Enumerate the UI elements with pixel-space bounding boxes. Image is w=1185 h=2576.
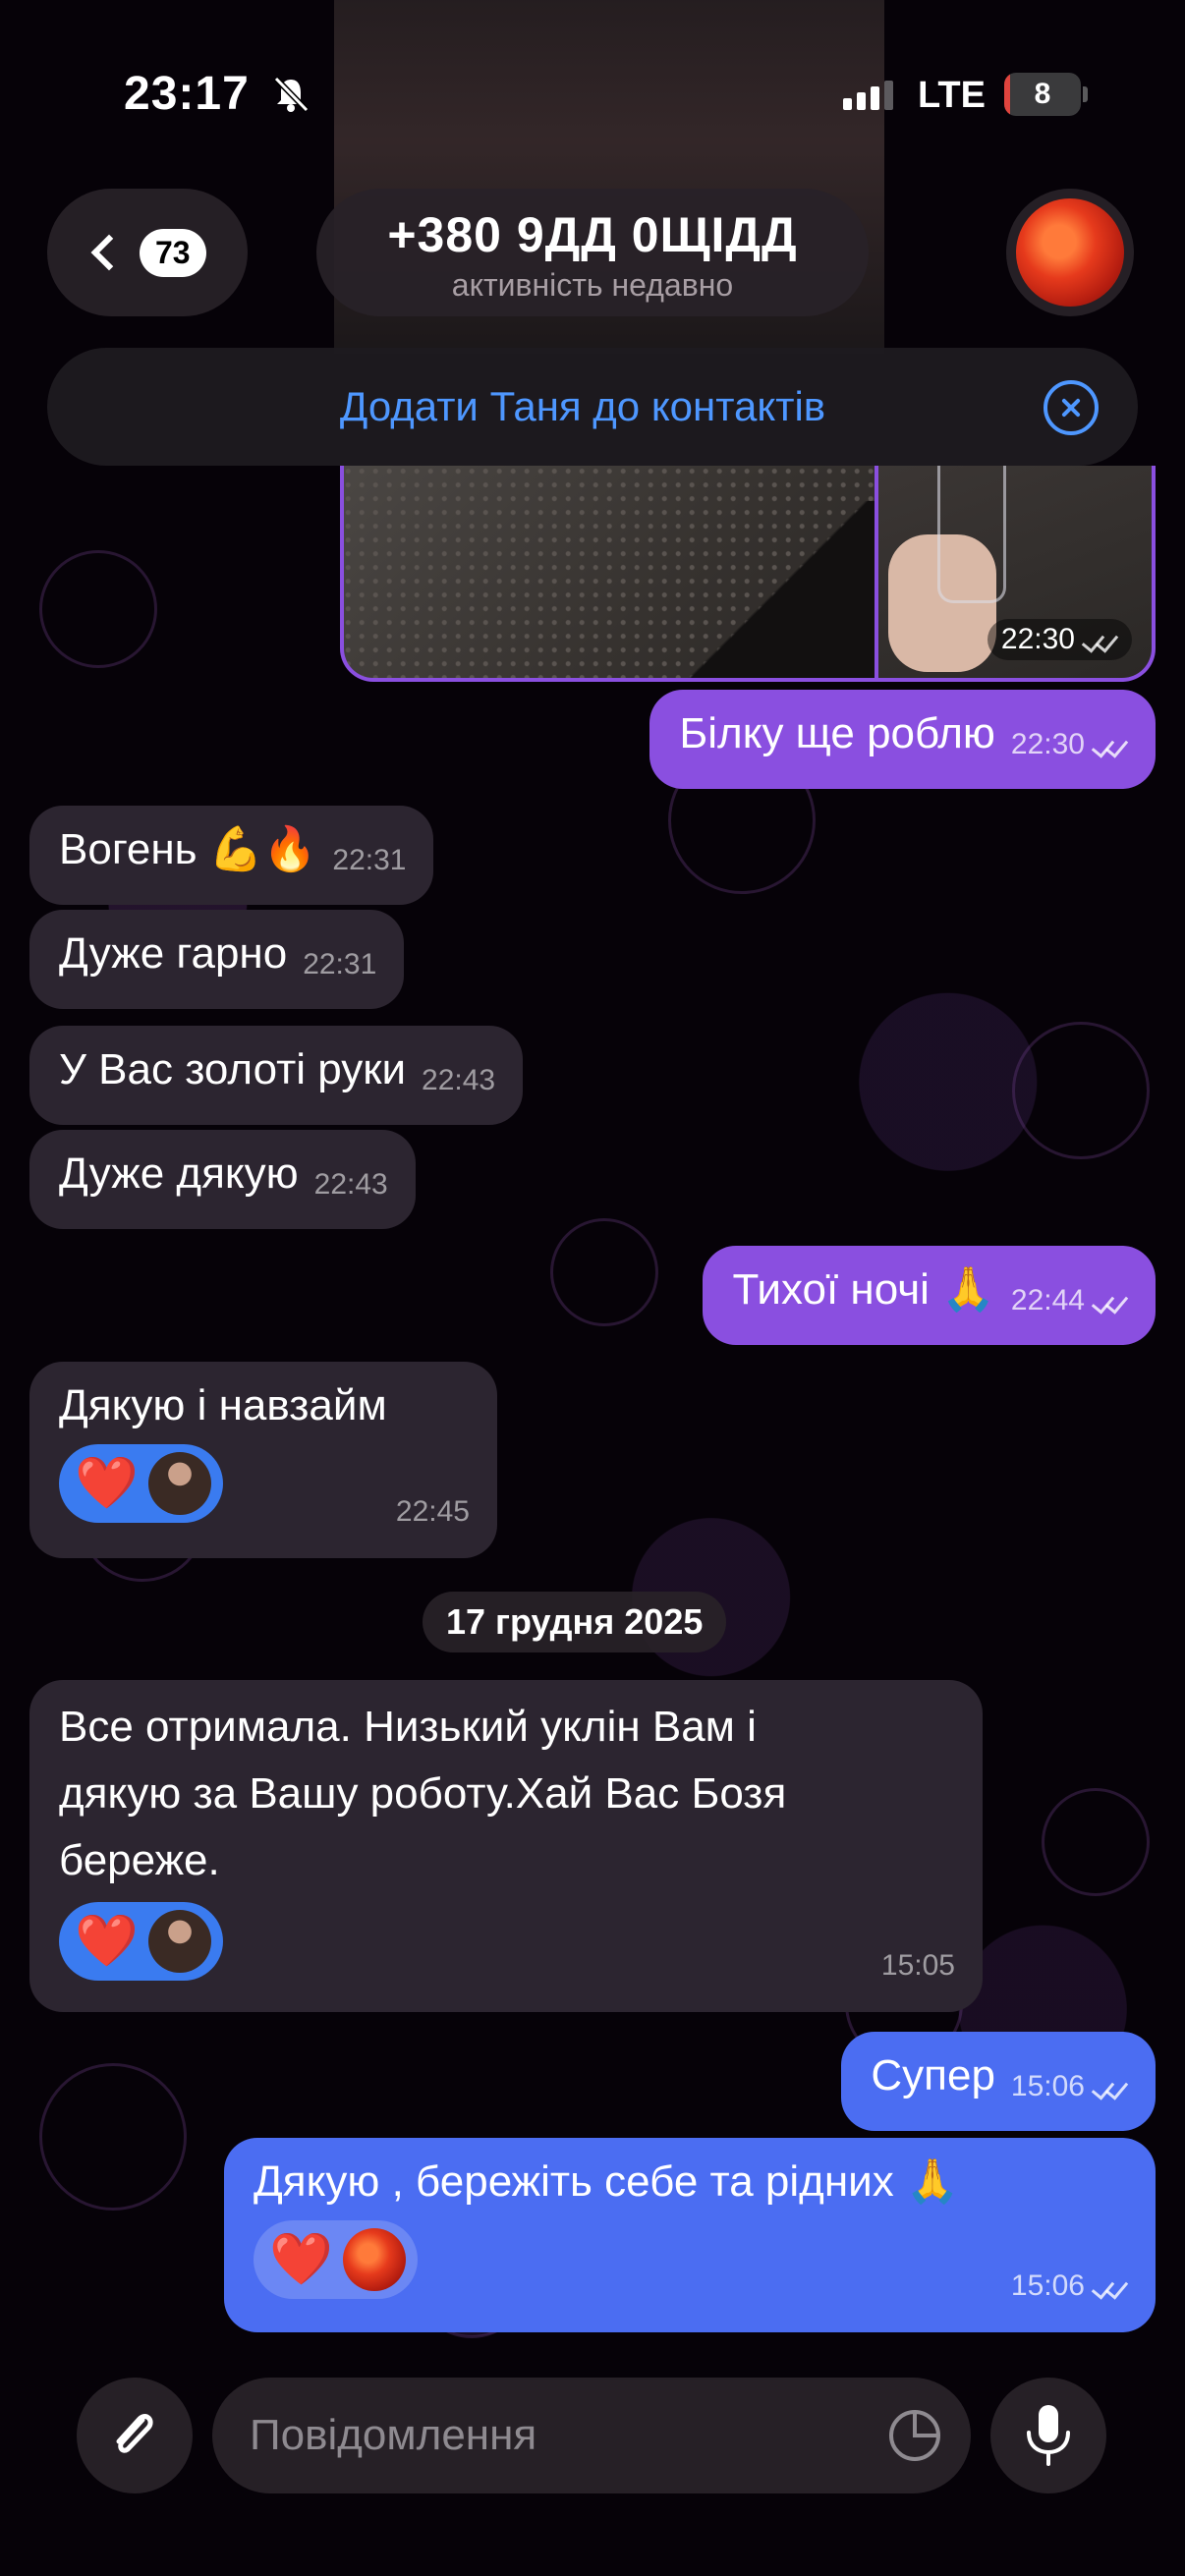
message-text: Дуже гарно (59, 929, 288, 978)
message-bubble-outgoing[interactable]: Дякую , бережіть себе та рідних 🙏 ❤️ 15:… (224, 2138, 1156, 2332)
message-time: 22:30 (987, 619, 1132, 660)
photo-attachment[interactable] (344, 466, 875, 678)
message-text: Супер (871, 2051, 995, 2100)
photo-glass (937, 466, 1006, 603)
message-time: 15:05 (880, 1949, 955, 1982)
message-text-line: береже. (59, 1836, 220, 1884)
attach-button[interactable] (77, 2378, 193, 2493)
read-checks-icon (1079, 631, 1118, 652)
message-text: Білку ще роблю (679, 709, 995, 757)
bell-off-icon (273, 76, 310, 113)
message-bubble-incoming[interactable]: Дуже дякую 22:43 (29, 1130, 416, 1229)
message-time: 15:06 (1011, 2256, 1128, 2317)
read-checks-icon (1089, 2277, 1128, 2299)
photo-attachment[interactable]: 22:30 (878, 466, 1152, 678)
message-text-line: дякую за Вашу роботу.Хай Вас Бозя (59, 1769, 787, 1818)
message-bubble-incoming[interactable]: Дуже гарно 22:31 (29, 910, 405, 1009)
status-bar: 23:17 LTE 8 (0, 0, 1185, 167)
sticker-icon[interactable] (886, 2407, 943, 2464)
date-separator: 17 грудня 2025 (423, 1592, 727, 1652)
close-banner-icon[interactable] (1044, 380, 1099, 435)
back-button[interactable]: 73 (47, 189, 248, 316)
message-time: 22:43 (422, 1064, 496, 1096)
message-bubble-outgoing[interactable]: Білку ще роблю 22:30 (649, 690, 1156, 789)
microphone-icon (1027, 2405, 1070, 2466)
message-bubble-incoming[interactable]: Вогень 💪🔥 22:31 (29, 806, 434, 905)
battery-icon: 8 (1004, 73, 1081, 116)
message-bubble-incoming[interactable]: Дякую і навзайм ❤️ 22:45 (29, 1362, 497, 1558)
message-bubble-incoming[interactable]: У Вас золоті руки 22:43 (29, 1026, 524, 1125)
message-time: 22:45 (395, 1495, 470, 1528)
battery-nub (1083, 86, 1088, 102)
reactor-avatar (342, 2228, 406, 2291)
message-bubble-outgoing[interactable]: Супер 15:06 (841, 2032, 1156, 2131)
message-time: 22:43 (313, 1168, 388, 1201)
heart-reaction-icon: ❤️ (75, 1913, 139, 1970)
network-type: LTE (918, 75, 986, 116)
message-text-line: Все отримала. Низький уклін Вам і (59, 1703, 757, 1751)
add-contact-label: Додати Таня до контактів (339, 383, 826, 429)
message-text: У Вас золоті руки (59, 1045, 407, 1093)
message-text: Вогень 💪🔥 (59, 825, 317, 873)
paperclip-icon (116, 2414, 153, 2453)
signal-strength-icon (843, 81, 893, 110)
reactor-avatar (147, 1452, 211, 1515)
battery-percent: 8 (1034, 78, 1051, 110)
reactor-avatar (147, 1910, 211, 1973)
message-time: 22:44 (1011, 1284, 1128, 1316)
add-contact-banner[interactable]: Додати Таня до контактів (47, 348, 1138, 466)
message-text: Дякую і навзайм (59, 1381, 387, 1429)
heart-reaction-icon: ❤️ (269, 2231, 333, 2288)
message-text: Дуже дякую (59, 1149, 299, 1198)
last-seen-status: активність недавно (451, 267, 734, 303)
status-time: 23:17 (124, 68, 250, 120)
message-bubble-outgoing[interactable]: Тихої ночі 🙏 22:44 (703, 1246, 1156, 1345)
message-text: Тихої ночі 🙏 (732, 1265, 995, 1314)
chevron-left-icon (90, 234, 128, 271)
heart-reaction-icon: ❤️ (75, 1455, 139, 1512)
message-input[interactable] (250, 2411, 878, 2460)
message-bubble-incoming[interactable]: Все отримала. Низький уклін Вам і дякую … (29, 1680, 983, 2012)
message-text: Дякую , бережіть себе та рідних 🙏 (254, 2157, 960, 2206)
message-time: 22:31 (303, 948, 377, 980)
message-time: 15:06 (1011, 2070, 1128, 2102)
reaction-pill[interactable]: ❤️ (59, 1902, 223, 1981)
contact-avatar[interactable] (1006, 189, 1134, 316)
contact-phone: +380 9ДД 0ЩІДД (387, 207, 798, 262)
read-checks-icon (1089, 736, 1128, 757)
chat-title[interactable]: +380 9ДД 0ЩІДД активність недавно (316, 189, 869, 316)
read-checks-icon (1089, 1292, 1128, 1314)
autumn-leaf-avatar (1016, 198, 1124, 307)
voice-message-button[interactable] (990, 2378, 1106, 2493)
message-time: 22:30 (1011, 728, 1128, 760)
unread-count-badge: 73 (140, 228, 206, 277)
read-checks-icon (1089, 2078, 1128, 2100)
message-input-field[interactable] (212, 2378, 971, 2493)
reaction-pill[interactable]: ❤️ (59, 1444, 223, 1523)
message-time: 22:31 (332, 844, 407, 876)
photo-message[interactable]: 22:30 (340, 466, 1156, 682)
reaction-pill[interactable]: ❤️ (254, 2220, 418, 2299)
